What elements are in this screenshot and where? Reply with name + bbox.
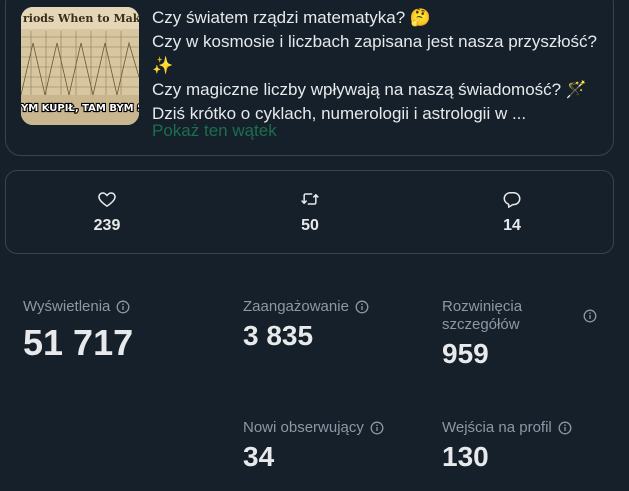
new-followers-value: 34: [243, 441, 275, 472]
tweet-line-sparkles: ✨: [152, 54, 602, 78]
detail-expands-value: 959: [442, 338, 489, 369]
profile-visits-value: 130: [442, 441, 489, 472]
engagements-value: 3 835: [243, 320, 314, 351]
likes-count: 239: [93, 217, 121, 234]
thumbnail-bottom-text: YM KUPIŁ, TAM BYM SPRZ: [21, 103, 139, 114]
views-metric: Wyświetlenia 51 717: [23, 298, 133, 364]
detail-expands-label-line2: szczegółów: [442, 316, 520, 333]
retweet-icon: [301, 193, 319, 205]
reply-icon: [503, 192, 521, 208]
tweet-line-3: Czy magiczne liczby wpływają na naszą św…: [152, 80, 588, 100]
tweet-thumbnail-image[interactable]: riods When to Make M YM KUPIŁ, TAM BYM S…: [21, 7, 139, 125]
quoted-tweet-card[interactable]: riods When to Make M YM KUPIŁ, TAM BYM S…: [5, 0, 614, 156]
show-thread-link[interactable]: Pokaż ten wątek: [152, 121, 277, 141]
thumbnail-top-text: riods When to Make M: [23, 12, 139, 25]
new-followers-label: Nowi obserwujący: [243, 419, 364, 436]
tweet-line-1: Czy światem rządzi matematyka? 🤔: [152, 8, 432, 28]
info-icon[interactable]: [355, 300, 369, 314]
engagements-metric: Zaangażowanie 3 835: [243, 298, 369, 352]
likes-stat[interactable]: 239: [77, 189, 137, 235]
info-icon[interactable]: [370, 421, 384, 435]
detail-expands-metric: Rozwinięcia szczegółów 959: [442, 298, 602, 370]
replies-count: 14: [503, 217, 521, 234]
engagements-label: Zaangażowanie: [243, 298, 349, 315]
magic-wand-emoji: 🪄: [565, 80, 588, 100]
info-icon[interactable]: [558, 421, 572, 435]
thinking-emoji: 🤔: [409, 8, 432, 28]
profile-visits-metric: Wejścia na profil 130: [442, 419, 572, 473]
retweets-count: 50: [301, 217, 319, 234]
tweet-text: Czy światem rządzi matematyka? 🤔 Czy w k…: [152, 6, 602, 126]
replies-stat[interactable]: 14: [482, 189, 542, 235]
detail-expands-label-line1: Rozwinięcia: [442, 298, 523, 315]
engagement-stats-card: 239 50 14: [5, 170, 614, 254]
info-icon[interactable]: [583, 309, 597, 323]
views-value: 51 717: [23, 322, 134, 363]
sparkles-emoji: ✨: [152, 56, 174, 76]
views-label: Wyświetlenia: [23, 298, 111, 315]
retweets-stat[interactable]: 50: [280, 189, 340, 235]
tweet-line-2: Czy w kosmosie i liczbach zapisana jest …: [152, 32, 598, 51]
heart-icon: [98, 192, 116, 207]
new-followers-metric: Nowi obserwujący 34: [243, 419, 384, 473]
info-icon[interactable]: [116, 300, 130, 314]
profile-visits-label: Wejścia na profil: [442, 419, 552, 436]
